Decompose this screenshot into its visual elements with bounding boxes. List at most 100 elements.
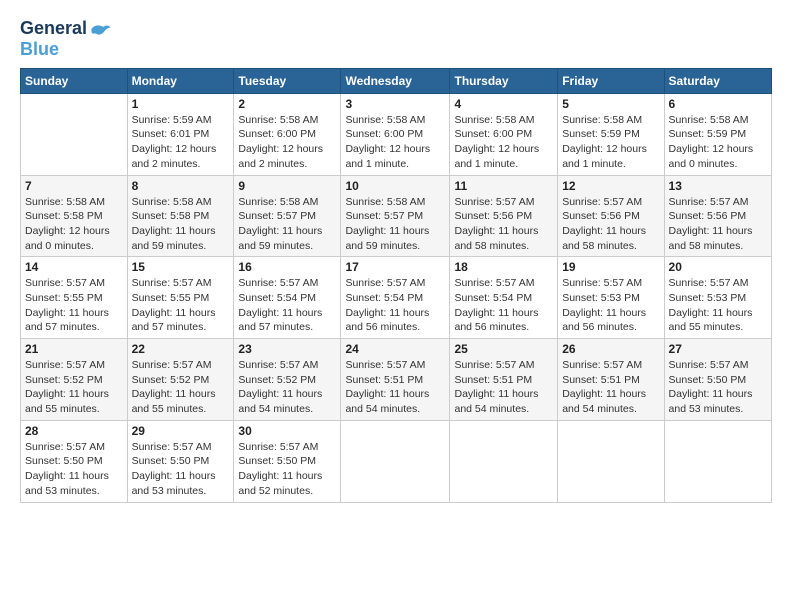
day-info: Sunrise: 5:58 AM Sunset: 5:58 PM Dayligh… — [132, 195, 230, 254]
calendar-cell: 2Sunrise: 5:58 AM Sunset: 6:00 PM Daylig… — [234, 93, 341, 175]
day-number: 11 — [454, 179, 553, 193]
day-info: Sunrise: 5:58 AM Sunset: 6:00 PM Dayligh… — [238, 113, 336, 172]
calendar-cell: 24 Sunrise: 5:57 AM Sunset: 5:51 PM Dayli… — [341, 339, 450, 421]
day-info: Sunrise: 5:57 AM Sunset: 5:56 PM Dayligh… — [669, 195, 767, 254]
calendar-cell: 18Sunrise: 5:57 AM Sunset: 5:54 PM Dayli… — [450, 257, 558, 339]
day-info: Sunrise: 5:58 AM Sunset: 5:57 PM Dayligh… — [238, 195, 336, 254]
day-info: Sunrise: 5:57 AM Sunset: 5:50 PM Dayligh… — [238, 440, 336, 499]
calendar-week-row: 7 Sunrise: 5:58 AM Sunset: 5:58 PM Daylig… — [21, 175, 772, 257]
calendar-cell: 7 Sunrise: 5:58 AM Sunset: 5:58 PM Daylig… — [21, 175, 128, 257]
day-number: 22 — [132, 342, 230, 356]
day-number: 30 — [238, 424, 336, 438]
calendar-cell: 23Sunrise: 5:57 AM Sunset: 5:52 PM Dayli… — [234, 339, 341, 421]
day-info: Sunrise: 5:57 AM Sunset: 5:54 PM Dayligh… — [454, 276, 553, 335]
day-number: 9 — [238, 179, 336, 193]
day-number: 7 — [25, 179, 123, 193]
day-info: Sunrise: 5:58 AM Sunset: 6:00 PM Dayligh… — [345, 113, 445, 172]
day-info: Sunrise: 5:57 AM Sunset: 5:55 PM Dayligh… — [25, 276, 123, 335]
calendar-cell: 15 Sunrise: 5:57 AM Sunset: 5:55 PM Dayli… — [127, 257, 234, 339]
calendar-header-saturday: Saturday — [664, 68, 771, 93]
day-info: Sunrise: 5:57 AM Sunset: 5:56 PM Dayligh… — [562, 195, 659, 254]
day-number: 25 — [454, 342, 553, 356]
day-number: 3 — [345, 97, 445, 111]
day-number: 12 — [562, 179, 659, 193]
day-info: Sunrise: 5:57 AM Sunset: 5:50 PM Dayligh… — [25, 440, 123, 499]
page: General Blue SundayMondayTuesdayWednesda… — [0, 0, 792, 612]
calendar-cell: 25 Sunrise: 5:57 AM Sunset: 5:51 PM Dayli… — [450, 339, 558, 421]
calendar-cell: 17 Sunrise: 5:57 AM Sunset: 5:54 PM Dayli… — [341, 257, 450, 339]
calendar-cell — [664, 420, 771, 502]
calendar-cell: 28 Sunrise: 5:57 AM Sunset: 5:50 PM Dayli… — [21, 420, 128, 502]
calendar-cell: 19Sunrise: 5:57 AM Sunset: 5:53 PM Dayli… — [558, 257, 664, 339]
calendar-cell: 12 Sunrise: 5:57 AM Sunset: 5:56 PM Dayli… — [558, 175, 664, 257]
calendar-cell: 8 Sunrise: 5:58 AM Sunset: 5:58 PM Daylig… — [127, 175, 234, 257]
day-info: Sunrise: 5:57 AM Sunset: 5:53 PM Dayligh… — [669, 276, 767, 335]
calendar-cell — [558, 420, 664, 502]
day-info: Sunrise: 5:57 AM Sunset: 5:51 PM Dayligh… — [454, 358, 553, 417]
calendar-cell: 6 Sunrise: 5:58 AM Sunset: 5:59 PM Daylig… — [664, 93, 771, 175]
day-info: Sunrise: 5:58 AM Sunset: 5:59 PM Dayligh… — [669, 113, 767, 172]
day-info: Sunrise: 5:57 AM Sunset: 5:51 PM Dayligh… — [345, 358, 445, 417]
day-number: 29 — [132, 424, 230, 438]
calendar-cell: 10Sunrise: 5:58 AM Sunset: 5:57 PM Dayli… — [341, 175, 450, 257]
day-info: Sunrise: 5:58 AM Sunset: 5:58 PM Dayligh… — [25, 195, 123, 254]
calendar-header-friday: Friday — [558, 68, 664, 93]
calendar-header-monday: Monday — [127, 68, 234, 93]
day-info: Sunrise: 5:57 AM Sunset: 5:54 PM Dayligh… — [238, 276, 336, 335]
logo-general: General — [20, 19, 87, 39]
calendar-week-row: 1 Sunrise: 5:59 AM Sunset: 6:01 PM Daylig… — [21, 93, 772, 175]
calendar-cell: 22 Sunrise: 5:57 AM Sunset: 5:52 PM Dayli… — [127, 339, 234, 421]
calendar-week-row: 28 Sunrise: 5:57 AM Sunset: 5:50 PM Dayli… — [21, 420, 772, 502]
day-number: 13 — [669, 179, 767, 193]
day-number: 8 — [132, 179, 230, 193]
day-number: 16 — [238, 260, 336, 274]
calendar: SundayMondayTuesdayWednesdayThursdayFrid… — [20, 68, 772, 503]
calendar-cell: 13 Sunrise: 5:57 AM Sunset: 5:56 PM Dayli… — [664, 175, 771, 257]
day-info: Sunrise: 5:57 AM Sunset: 5:52 PM Dayligh… — [25, 358, 123, 417]
day-info: Sunrise: 5:57 AM Sunset: 5:50 PM Dayligh… — [669, 358, 767, 417]
day-info: Sunrise: 5:58 AM Sunset: 5:57 PM Dayligh… — [345, 195, 445, 254]
calendar-cell — [21, 93, 128, 175]
calendar-cell: 27Sunrise: 5:57 AM Sunset: 5:50 PM Dayli… — [664, 339, 771, 421]
calendar-week-row: 14 Sunrise: 5:57 AM Sunset: 5:55 PM Dayli… — [21, 257, 772, 339]
day-number: 17 — [345, 260, 445, 274]
calendar-cell: 5 Sunrise: 5:58 AM Sunset: 5:59 PM Daylig… — [558, 93, 664, 175]
day-info: Sunrise: 5:58 AM Sunset: 6:00 PM Dayligh… — [454, 113, 553, 172]
day-info: Sunrise: 5:58 AM Sunset: 5:59 PM Dayligh… — [562, 113, 659, 172]
logo-bird-icon — [90, 18, 112, 40]
day-number: 14 — [25, 260, 123, 274]
day-info: Sunrise: 5:57 AM Sunset: 5:54 PM Dayligh… — [345, 276, 445, 335]
day-number: 24 — [345, 342, 445, 356]
header: General Blue — [20, 18, 772, 60]
logo: General Blue — [20, 18, 112, 60]
calendar-cell: 30 Sunrise: 5:57 AM Sunset: 5:50 PM Dayli… — [234, 420, 341, 502]
day-number: 15 — [132, 260, 230, 274]
day-number: 5 — [562, 97, 659, 111]
calendar-cell — [450, 420, 558, 502]
calendar-cell: 21 Sunrise: 5:57 AM Sunset: 5:52 PM Dayli… — [21, 339, 128, 421]
calendar-cell: 26 Sunrise: 5:57 AM Sunset: 5:51 PM Dayli… — [558, 339, 664, 421]
calendar-cell: 14 Sunrise: 5:57 AM Sunset: 5:55 PM Dayli… — [21, 257, 128, 339]
day-info: Sunrise: 5:57 AM Sunset: 5:50 PM Dayligh… — [132, 440, 230, 499]
day-info: Sunrise: 5:57 AM Sunset: 5:55 PM Dayligh… — [132, 276, 230, 335]
day-number: 28 — [25, 424, 123, 438]
day-number: 1 — [132, 97, 230, 111]
calendar-header-row: SundayMondayTuesdayWednesdayThursdayFrid… — [21, 68, 772, 93]
calendar-cell: 29 Sunrise: 5:57 AM Sunset: 5:50 PM Dayli… — [127, 420, 234, 502]
day-info: Sunrise: 5:57 AM Sunset: 5:51 PM Dayligh… — [562, 358, 659, 417]
day-number: 23 — [238, 342, 336, 356]
day-info: Sunrise: 5:59 AM Sunset: 6:01 PM Dayligh… — [132, 113, 230, 172]
day-number: 4 — [454, 97, 553, 111]
calendar-cell: 9 Sunrise: 5:58 AM Sunset: 5:57 PM Daylig… — [234, 175, 341, 257]
day-info: Sunrise: 5:57 AM Sunset: 5:52 PM Dayligh… — [132, 358, 230, 417]
day-number: 21 — [25, 342, 123, 356]
day-number: 6 — [669, 97, 767, 111]
day-number: 26 — [562, 342, 659, 356]
day-number: 19 — [562, 260, 659, 274]
calendar-cell: 16 Sunrise: 5:57 AM Sunset: 5:54 PM Dayli… — [234, 257, 341, 339]
calendar-cell: 4 Sunrise: 5:58 AM Sunset: 6:00 PM Daylig… — [450, 93, 558, 175]
logo-blue: Blue — [20, 40, 112, 60]
calendar-week-row: 21 Sunrise: 5:57 AM Sunset: 5:52 PM Dayli… — [21, 339, 772, 421]
calendar-cell: 11Sunrise: 5:57 AM Sunset: 5:56 PM Dayli… — [450, 175, 558, 257]
calendar-cell: 1 Sunrise: 5:59 AM Sunset: 6:01 PM Daylig… — [127, 93, 234, 175]
